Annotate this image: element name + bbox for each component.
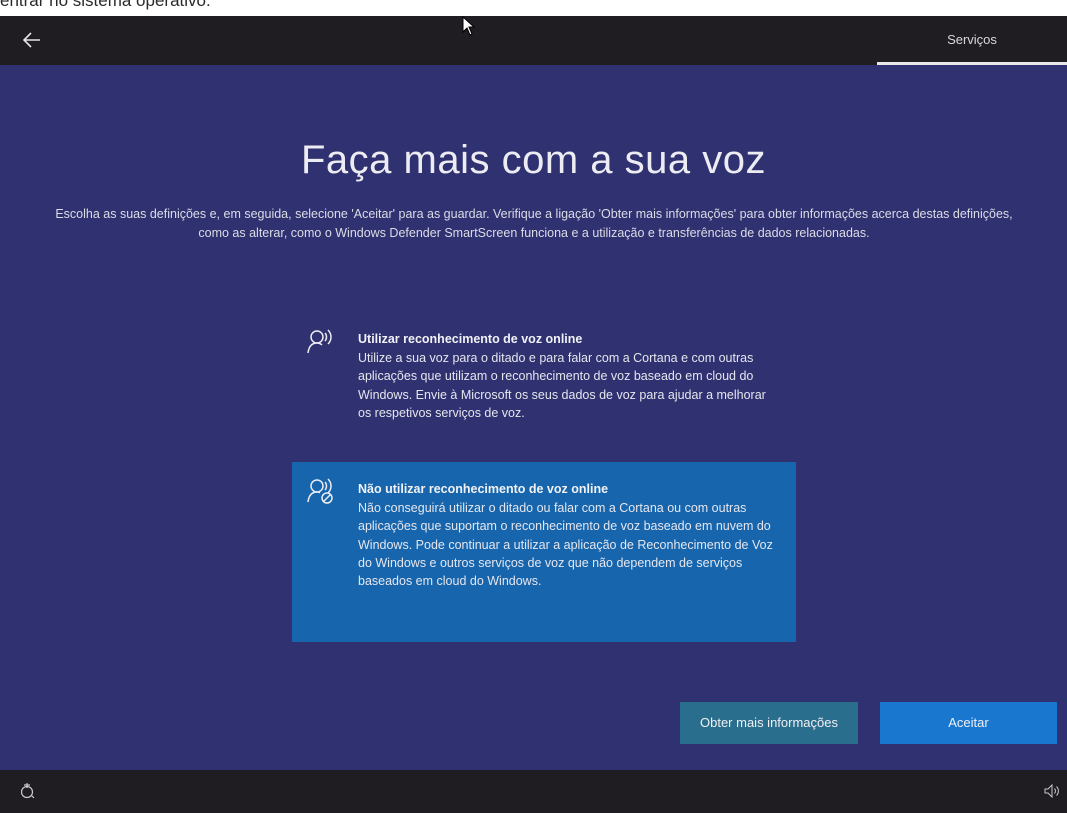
option-description: Não conseguirá utilizar o ditado ou fala… — [358, 501, 773, 589]
more-info-button[interactable]: Obter mais informações — [680, 702, 858, 744]
option-description: Utilize a sua voz para o ditado e para f… — [358, 351, 766, 420]
tab-servicos[interactable]: Serviços — [877, 16, 1067, 65]
option-title: Utilizar reconhecimento de voz online — [358, 332, 583, 346]
tab-active-indicator — [877, 62, 1067, 65]
option-use-online-speech[interactable]: Utilizar reconhecimento de voz online Ut… — [292, 321, 796, 456]
top-bar: Serviços — [0, 15, 1067, 65]
accept-button[interactable]: Aceitar — [880, 702, 1057, 744]
document-caption: entrar no sistema operativo. — [0, 0, 1067, 16]
bottom-bar — [0, 770, 1067, 813]
volume-icon[interactable] — [1044, 783, 1060, 799]
back-arrow-icon[interactable] — [20, 28, 44, 52]
page-title: Faça mais com a sua voz — [301, 138, 766, 182]
speech-recognition-icon — [306, 327, 336, 357]
oobe-screen: Serviços Faça mais com a sua voz Escolha… — [0, 15, 1067, 813]
page-description: Escolha as suas definições e, em seguida… — [55, 207, 1013, 240]
accessibility-icon[interactable] — [20, 782, 36, 800]
mouse-pointer-icon — [462, 15, 476, 36]
option-no-online-speech[interactable]: Não utilizar reconhecimento de voz onlin… — [292, 462, 796, 642]
speech-recognition-off-icon — [306, 476, 336, 506]
option-title: Não utilizar reconhecimento de voz onlin… — [358, 482, 609, 496]
